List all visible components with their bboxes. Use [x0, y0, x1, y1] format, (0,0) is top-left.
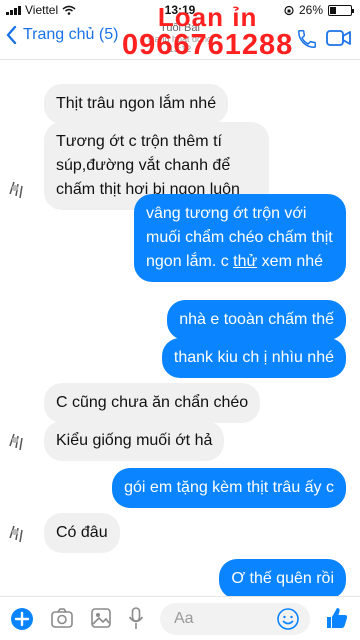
message-incoming[interactable]: Có đâu	[44, 513, 120, 553]
message-outgoing[interactable]: vâng tương ớt trộn với muối chẩm chéo ch…	[134, 194, 346, 282]
message-outgoing[interactable]: thank kiu ch ị nhìu nhé	[161, 338, 346, 378]
message-text: Kiểu giống muối ớt hả	[56, 432, 213, 449]
phone-icon[interactable]	[296, 28, 318, 50]
watermark-name: Loan ỉn	[157, 2, 258, 32]
watermark-phone: 0966761288	[122, 29, 294, 61]
message-text: xem nhé	[257, 253, 324, 270]
message-input[interactable]: Aa	[160, 603, 310, 635]
message-text: C cũng chưa ăn chẩn chéo	[56, 394, 249, 411]
image-icon[interactable]	[90, 607, 112, 629]
message-outgoing[interactable]: gói em tặng kèm thịt trâu ấy c	[112, 468, 346, 508]
message-link-word[interactable]: thử	[233, 253, 257, 270]
message-input-placeholder: Aa	[174, 610, 194, 627]
back-chevron-icon	[6, 26, 17, 44]
like-icon[interactable]	[324, 605, 350, 631]
sender-avatar[interactable]	[6, 424, 38, 454]
message-list[interactable]: Thịt trâu ngon lắm nhé Tương ớt c trộn t…	[0, 62, 360, 599]
emoji-icon[interactable]	[276, 607, 300, 631]
status-right: 26%	[284, 3, 354, 17]
message-text: nhà e tooàn chấm thế	[179, 311, 334, 328]
plus-icon[interactable]	[10, 607, 34, 631]
microphone-icon[interactable]	[128, 607, 144, 631]
sender-avatar[interactable]	[6, 516, 38, 546]
video-icon[interactable]	[326, 29, 352, 47]
message-incoming[interactable]: C cũng chưa ăn chẩn chéo	[44, 383, 261, 423]
message-incoming[interactable]: Kiểu giống muối ớt hả	[44, 421, 225, 461]
message-text: Ơ thế quên rồi	[231, 570, 334, 587]
message-text: thank kiu ch ị nhìu nhé	[173, 349, 334, 366]
watermark: Loan ỉn 0966761288	[122, 4, 293, 60]
message-outgoing[interactable]: nhà e tooàn chấm thế	[167, 300, 346, 340]
message-text: Có đâu	[56, 524, 108, 541]
camera-icon[interactable]	[50, 607, 74, 629]
message-incoming[interactable]: Thịt trâu ngon lắm nhé	[44, 84, 229, 124]
battery-percent: 26%	[298, 3, 323, 17]
message-text: Thịt trâu ngon lắm nhé	[56, 95, 217, 112]
sender-avatar[interactable]	[6, 172, 38, 202]
message-text: Tương ớt c trộn thêm tí súp,đường vắt ch…	[56, 133, 240, 198]
message-outgoing[interactable]: Ơ thế quên rồi	[219, 559, 346, 599]
battery-icon	[328, 4, 354, 16]
message-text: gói em tặng kèm thịt trâu ấy c	[124, 479, 334, 496]
composer-bar: Aa	[0, 596, 360, 640]
